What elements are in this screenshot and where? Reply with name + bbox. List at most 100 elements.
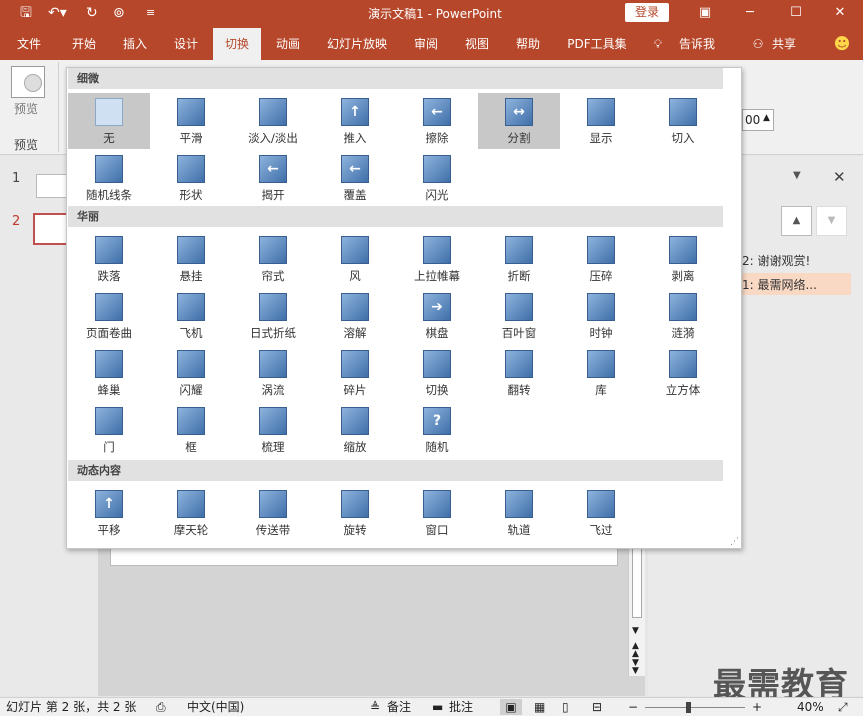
transition-cover[interactable]: ← 覆盖 — [314, 150, 396, 206]
tell-me-search[interactable]: 告诉我 — [671, 28, 723, 60]
tab-view[interactable]: 视图 — [453, 28, 501, 60]
tab-insert[interactable]: 插入 — [111, 28, 159, 60]
transition-crush[interactable]: 压碎 — [560, 231, 642, 287]
transition-switch[interactable]: 切换 — [396, 345, 478, 401]
notes-icon[interactable]: ≜ — [370, 698, 380, 716]
zoom-level[interactable]: 40% — [797, 698, 824, 716]
maximize-button[interactable]: ☐ — [781, 3, 811, 23]
zoom-out-icon[interactable]: − — [628, 698, 638, 716]
transition-blinds[interactable]: 百叶窗 — [478, 288, 560, 344]
transition-random-bars[interactable]: 随机线条 — [68, 150, 150, 206]
scroll-down-icon[interactable]: ▼ — [632, 626, 639, 636]
prev-slide-icon[interactable]: ▲ ▲ — [632, 642, 639, 659]
login-button[interactable]: 登录 — [625, 3, 669, 22]
transition-wipe[interactable]: ← 擦除 — [396, 93, 478, 149]
transition-clock[interactable]: 时钟 — [560, 288, 642, 344]
transition-reveal[interactable]: 显示 — [560, 93, 642, 149]
language-status[interactable]: 中文(中国) — [187, 698, 244, 716]
pane-item-1[interactable]: 1: 最需网络... — [742, 276, 817, 293]
transition-push[interactable]: ↑ 推入 — [314, 93, 396, 149]
transition-peel-off[interactable]: 剥离 — [642, 231, 724, 287]
pane-options-icon[interactable]: ▼ — [793, 170, 801, 181]
pane-close-icon[interactable]: ✕ — [833, 168, 846, 186]
tab-file[interactable]: 文件 — [5, 28, 53, 60]
comments-button[interactable]: 批注 — [449, 698, 473, 716]
transition-honeycomb[interactable]: 蜂巢 — [68, 345, 150, 401]
redo-icon[interactable]: ↻ — [86, 4, 98, 22]
tab-slideshow[interactable]: 幻灯片放映 — [318, 28, 396, 60]
preview-button-label[interactable]: 预览 — [14, 100, 38, 117]
fit-slide-icon[interactable]: ⤢ — [838, 698, 848, 716]
reading-view-icon[interactable]: ▯ — [562, 698, 569, 716]
tab-help[interactable]: 帮助 — [504, 28, 552, 60]
transition-curtains[interactable]: 帘式 — [232, 231, 314, 287]
transition-checkerboard[interactable]: ➔ 棋盘 — [396, 288, 478, 344]
transition-split[interactable]: ↔ 分割 — [478, 93, 560, 149]
transition-doors[interactable]: 门 — [68, 402, 150, 458]
transition-ferris-wheel[interactable]: 摩天轮 — [150, 485, 232, 541]
duration-input[interactable]: 00 ▲ — [742, 109, 774, 131]
transition-shape[interactable]: 形状 — [150, 150, 232, 206]
save-icon[interactable]: 🖫 — [20, 4, 32, 22]
undo-icon[interactable]: ↶▾ — [48, 4, 67, 22]
tab-pdf-tools[interactable]: PDF工具集 — [559, 28, 635, 60]
transition-drape[interactable]: 悬挂 — [150, 231, 232, 287]
transition-none[interactable]: 无 — [68, 93, 150, 149]
tab-design[interactable]: 设计 — [162, 28, 210, 60]
transition-uncover[interactable]: ← 揭开 — [232, 150, 314, 206]
minimize-button[interactable]: ─ — [735, 3, 765, 23]
transition-fracture[interactable]: 折断 — [478, 231, 560, 287]
transition-flip[interactable]: 翻转 — [478, 345, 560, 401]
transition-vortex[interactable]: 涡流 — [232, 345, 314, 401]
transition-page-curl[interactable]: 页面卷曲 — [68, 288, 150, 344]
transition-random[interactable]: ? 随机 — [396, 402, 478, 458]
transition-prestige[interactable]: 上拉帷幕 — [396, 231, 478, 287]
ribbon-display-icon[interactable]: ▣ — [690, 3, 720, 23]
presenter-icon[interactable]: ⊚ — [113, 4, 125, 22]
slideshow-view-icon[interactable]: ⊟ — [592, 698, 602, 716]
transition-gallery[interactable]: 库 — [560, 345, 642, 401]
transition-airplane[interactable]: 飞机 — [150, 288, 232, 344]
transition-origami[interactable]: 日式折纸 — [232, 288, 314, 344]
tab-review[interactable]: 审阅 — [402, 28, 450, 60]
transition-comb[interactable]: 梳理 — [232, 402, 314, 458]
transition-flash[interactable]: 闪光 — [396, 150, 478, 206]
send-backward-button[interactable]: ▼ — [816, 206, 847, 236]
transition-dissolve[interactable]: 溶解 — [314, 288, 396, 344]
close-button[interactable]: ✕ — [825, 3, 855, 23]
comments-icon[interactable]: ▬ — [432, 698, 443, 716]
preview-icon[interactable] — [11, 66, 45, 98]
transition-orbit[interactable]: 轨道 — [478, 485, 560, 541]
zoom-slider[interactable] — [645, 707, 745, 708]
transition-fall-over[interactable]: 跌落 — [68, 231, 150, 287]
tab-animations[interactable]: 动画 — [264, 28, 312, 60]
transition-box[interactable]: 框 — [150, 402, 232, 458]
normal-view-icon[interactable]: ▣ — [500, 699, 522, 715]
transition-cube[interactable]: 立方体 — [642, 345, 724, 401]
transition-conveyor[interactable]: 传送带 — [232, 485, 314, 541]
transition-fly-through[interactable]: 飞过 — [560, 485, 642, 541]
transition-zoom[interactable]: 缩放 — [314, 402, 396, 458]
tab-transitions[interactable]: 切换 — [213, 28, 261, 60]
bring-forward-button[interactable]: ▲ — [781, 206, 812, 236]
tab-home[interactable]: 开始 — [60, 28, 108, 60]
transition-shred[interactable]: 碎片 — [314, 345, 396, 401]
transition-wind[interactable]: 风 — [314, 231, 396, 287]
next-slide-icon[interactable]: ▼ ▼ — [632, 659, 639, 676]
transition-rotate[interactable]: 旋转 — [314, 485, 396, 541]
transition-window[interactable]: 窗口 — [396, 485, 478, 541]
slide-sorter-icon[interactable]: ▦ — [534, 698, 545, 716]
transition-smooth[interactable]: 平滑 — [150, 93, 232, 149]
zoom-in-icon[interactable]: + — [752, 698, 762, 716]
transition-fade[interactable]: 淡入/淡出 — [232, 93, 314, 149]
transition-cut[interactable]: 切入 — [642, 93, 724, 149]
transition-glitter[interactable]: 闪耀 — [150, 345, 232, 401]
zoom-slider-thumb[interactable] — [686, 702, 691, 713]
transition-pan[interactable]: ↑ 平移 — [68, 485, 150, 541]
share-button[interactable]: 共享 — [768, 28, 800, 60]
transition-ripple[interactable]: 涟漪 — [642, 288, 724, 344]
pane-item-2[interactable]: 2: 谢谢观赏! — [742, 252, 810, 269]
customize-qat-icon[interactable]: ≡ — [146, 4, 155, 22]
resize-grip-icon[interactable]: ⋰ — [730, 537, 739, 547]
notes-button[interactable]: 备注 — [387, 698, 411, 716]
